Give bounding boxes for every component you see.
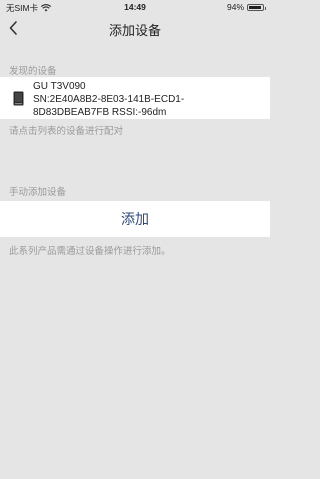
device-sn-line2: 8D83DBEAB7FB RSSI:-96dm (33, 107, 167, 118)
add-button[interactable]: 添加 (0, 201, 270, 237)
status-right: 94% (226, 2, 266, 12)
battery-percent: 94% (226, 2, 244, 12)
pairing-hint: 请点击列表的设备进行配对 (9, 126, 124, 137)
manual-add-header: 手动添加设备 (9, 187, 67, 198)
device-list-item[interactable]: GU T3V090 SN:2E40A8B2-8E03-141B-ECD1- 8D… (0, 77, 270, 119)
manual-add-note: 此系列产品需通过设备操作进行添加。 (9, 246, 171, 257)
device-icon (13, 91, 24, 106)
nav-bar: 添加设备 (0, 14, 270, 42)
page-title: 添加设备 (108, 23, 161, 38)
device-name: GU T3V090 (33, 81, 86, 92)
battery-icon (247, 3, 266, 11)
device-sn-line1: SN:2E40A8B2-8E03-141B-ECD1- (33, 94, 185, 105)
status-bar: 无SIM卡 14:49 94% (0, 0, 270, 14)
discovered-devices-header: 发现的设备 (9, 66, 57, 77)
device-info: GU T3V090 SN:2E40A8B2-8E03-141B-ECD1- 8D… (33, 80, 184, 119)
battery-fill (249, 5, 262, 9)
